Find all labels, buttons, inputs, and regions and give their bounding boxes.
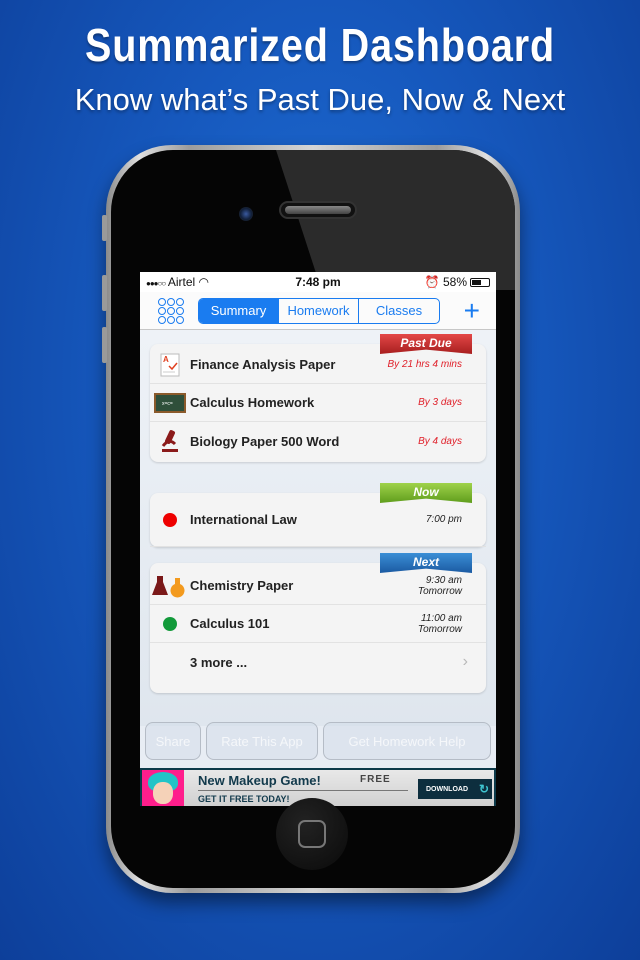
segmented-control: Summary Homework Classes <box>198 297 440 324</box>
ad-download-button[interactable]: DOWNLOAD ↻ <box>418 779 492 799</box>
wifi-icon: ◠ <box>198 275 210 289</box>
tab-homework[interactable]: Homework <box>279 298 359 323</box>
earpiece-speaker <box>279 201 357 219</box>
action-buttons: Share Rate This App Get Homework Help <box>145 722 491 760</box>
ad-title: New Makeup Game! <box>198 773 321 788</box>
alarm-icon: ⏰ <box>424 275 440 289</box>
list-item[interactable]: x=c= Calculus Homework By 3 days <box>150 384 486 422</box>
svg-text:A: A <box>163 355 169 364</box>
flasks-icon <box>150 574 190 598</box>
homework-help-button[interactable]: Get Homework Help <box>323 722 491 760</box>
list-item[interactable]: Calculus 101 11:00 am Tomorrow <box>150 605 486 643</box>
ad-image <box>142 770 184 806</box>
refresh-icon: ↻ <box>478 782 489 796</box>
next-card: Chemistry Paper 9:30 am Tomorrow Calculus… <box>150 553 486 693</box>
nav-bar: Summary Homework Classes + <box>140 292 496 330</box>
promo-subheadline: Know what’s Past Due, Now & Next <box>74 82 566 117</box>
ad-divider <box>198 790 408 791</box>
past-due-card: A Finance Analysis Paper By 21 hrs 4 min… <box>150 334 486 462</box>
red-dot-icon <box>163 512 177 527</box>
chalkboard-icon: x=c= <box>150 392 190 414</box>
share-button[interactable]: Share <box>145 722 201 760</box>
green-dot-icon <box>163 616 177 631</box>
battery-icon <box>470 278 490 288</box>
front-camera-icon <box>239 207 253 221</box>
volume-down-button <box>102 327 107 363</box>
dashboard: A Finance Analysis Paper By 21 hrs 4 min… <box>140 330 496 726</box>
phone-frame: ●●●○○ Airtel ◠ 7:48 pm ⏰ 58% Summary Hom… <box>102 145 520 893</box>
chevron-right-icon: › <box>462 653 468 670</box>
microscope-icon <box>150 428 190 454</box>
screen-glare <box>276 150 515 290</box>
paper-graded-icon: A <box>150 352 190 378</box>
promo-headline: Summarized Dashboard <box>84 19 556 71</box>
volume-up-button <box>102 275 107 311</box>
list-item[interactable]: Biology Paper 500 Word By 4 days <box>150 422 486 460</box>
home-button[interactable] <box>276 798 348 870</box>
grid-menu-icon[interactable] <box>158 297 188 324</box>
list-item[interactable]: Chemistry Paper 9:30 am Tomorrow <box>150 567 486 605</box>
list-item[interactable]: A Finance Analysis Paper By 21 hrs 4 min… <box>150 346 486 384</box>
tab-summary[interactable]: Summary <box>199 298 279 323</box>
ad-subtitle: GET IT FREE TODAY! <box>198 794 290 804</box>
svg-text:x=c=: x=c= <box>162 401 173 407</box>
app-screen: ●●●○○ Airtel ◠ 7:48 pm ⏰ 58% Summary Hom… <box>140 272 496 806</box>
home-square-icon <box>298 820 326 848</box>
mute-switch <box>102 215 107 241</box>
carrier: ●●●○○ Airtel ◠ <box>146 275 210 289</box>
tab-classes[interactable]: Classes <box>359 299 439 323</box>
ad-free-badge: FREE <box>360 774 391 785</box>
add-icon[interactable]: + <box>464 296 480 325</box>
status-bar: ●●●○○ Airtel ◠ 7:48 pm ⏰ 58% <box>140 272 496 292</box>
list-item[interactable]: International Law 7:00 pm <box>150 493 486 547</box>
more-items-link[interactable]: 3 more ... › <box>150 643 486 681</box>
rate-app-button[interactable]: Rate This App <box>206 722 318 760</box>
battery-status: ⏰ 58% <box>425 275 490 289</box>
now-card: International Law 7:00 pm Now <box>150 483 486 547</box>
